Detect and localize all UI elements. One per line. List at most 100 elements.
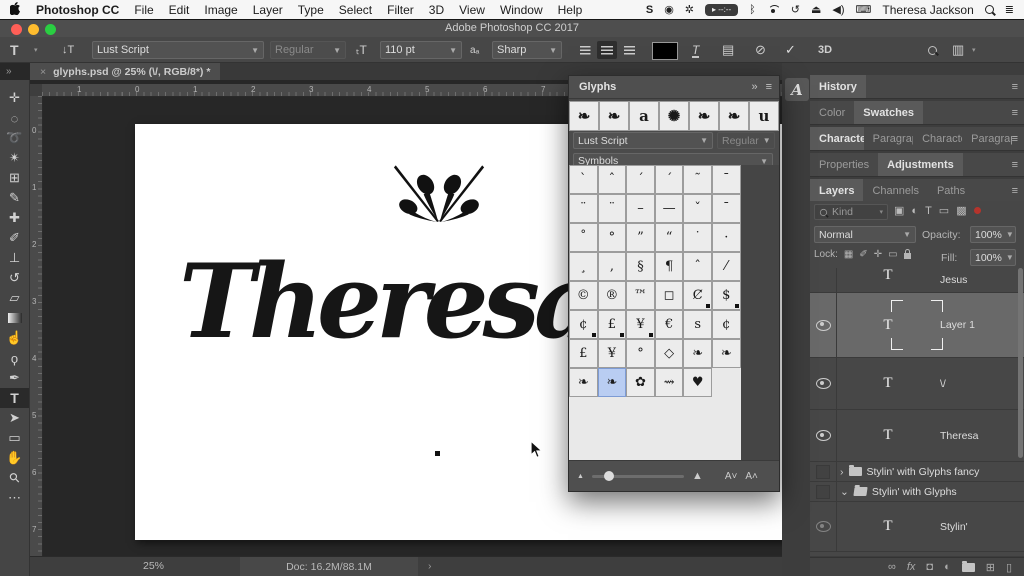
skitch-icon[interactable]: S bbox=[646, 4, 653, 16]
glyph-cell-r5c4[interactable]: s bbox=[683, 310, 712, 339]
menu-item-file[interactable]: File bbox=[134, 3, 153, 17]
healing-brush-tool[interactable]: ✚ bbox=[0, 208, 29, 228]
layer-visibility-cell[interactable] bbox=[810, 462, 837, 481]
menu-item-image[interactable]: Image bbox=[204, 3, 237, 17]
wifi-icon[interactable] bbox=[767, 5, 780, 14]
path-selection-tool[interactable]: ➤ bbox=[0, 408, 29, 428]
glyph-cell-r7c1[interactable]: ❧ bbox=[598, 368, 627, 397]
lock-icon-2[interactable]: ✛ bbox=[874, 249, 882, 260]
layer-style-icon[interactable]: fx bbox=[907, 561, 916, 573]
glyphs-panel-tab[interactable]: Glyphs bbox=[569, 81, 626, 93]
align-right-button[interactable] bbox=[619, 41, 639, 59]
canvas-headline-text[interactable]: Theresa bbox=[179, 242, 594, 362]
glyph-cell-r1c2[interactable]: – bbox=[626, 194, 655, 223]
new-group-icon[interactable] bbox=[962, 563, 975, 572]
text-layer-thumbnail[interactable]: T bbox=[836, 268, 940, 292]
glyph-cell-r3c2[interactable]: § bbox=[626, 252, 655, 281]
menu-item-type[interactable]: Type bbox=[298, 3, 324, 17]
layer-row-layer-1[interactable]: TLayer 1 bbox=[810, 293, 1024, 358]
warp-text-icon[interactable]: T bbox=[692, 43, 699, 58]
zoom-tool[interactable]: ⚲ bbox=[0, 468, 29, 488]
eye-empty-box[interactable] bbox=[816, 465, 830, 479]
glyphs-dock-icon[interactable]: A bbox=[785, 78, 809, 101]
glyph-zoom-slider[interactable] bbox=[592, 475, 684, 478]
panel-menu-icon[interactable]: ≡ bbox=[766, 81, 772, 93]
menu-item-3d[interactable]: 3D bbox=[429, 3, 444, 17]
document-tab[interactable]: × glyphs.psd @ 25% (\/, RGB/8*) * bbox=[30, 63, 220, 80]
recent-glyph-cell-3[interactable]: ✺ bbox=[659, 101, 689, 131]
layers-scrollbar[interactable] bbox=[1018, 268, 1023, 458]
align-left-button[interactable] bbox=[575, 41, 595, 59]
zoom-level-field[interactable]: 25% bbox=[143, 560, 164, 572]
tab-paragrap[interactable]: Paragrap bbox=[962, 127, 1011, 150]
glyph-cell-r0c2[interactable]: ˊ bbox=[626, 165, 655, 194]
glyph-scale-up-icon[interactable]: A˄ bbox=[745, 471, 758, 482]
clone-stamp-tool[interactable]: ⊥ bbox=[0, 248, 29, 268]
menu-item-help[interactable]: Help bbox=[558, 3, 583, 17]
toggle-panels-icon[interactable]: ▤ bbox=[722, 41, 734, 59]
opacity-value-box[interactable]: 100%▼ bbox=[970, 226, 1016, 243]
tab-color[interactable]: Color bbox=[810, 101, 854, 124]
layer-visibility-cell[interactable] bbox=[810, 410, 837, 461]
text-layer-thumbnail[interactable]: T bbox=[836, 358, 940, 409]
glyph-cell-r4c5[interactable]: $ bbox=[712, 281, 741, 310]
rectangle-tool[interactable]: ▭ bbox=[0, 428, 29, 448]
recent-glyph-cell-5[interactable]: ❧ bbox=[719, 101, 749, 131]
menu-item-filter[interactable]: Filter bbox=[387, 3, 414, 17]
group-expanded-arrow-icon[interactable]: ⌄ bbox=[840, 486, 849, 498]
gradient-tool[interactable] bbox=[0, 308, 29, 328]
menu-item-window[interactable]: Window bbox=[500, 3, 543, 17]
menu-item-layer[interactable]: Layer bbox=[253, 3, 283, 17]
recent-glyph-cell-2[interactable]: a bbox=[629, 101, 659, 131]
tab-layers[interactable]: Layers bbox=[810, 179, 863, 202]
glyph-cell-r6c5[interactable]: ❧ bbox=[712, 339, 741, 368]
glyph-cell-r7c3[interactable]: ⇝ bbox=[655, 368, 684, 397]
tab-characte[interactable]: Characte bbox=[913, 127, 962, 150]
fill-value-box[interactable]: 100%▼ bbox=[970, 249, 1016, 266]
glyph-cell-r6c3[interactable]: ◇ bbox=[655, 339, 684, 368]
glyph-cell-r4c1[interactable]: ® bbox=[598, 281, 627, 310]
menu-item-select[interactable]: Select bbox=[339, 3, 372, 17]
panel-menu-icon[interactable]: ≡ bbox=[1012, 127, 1024, 150]
bluetooth-icon[interactable]: ᛒ bbox=[749, 4, 756, 16]
glyph-cell-r1c0[interactable]: ¨ bbox=[569, 194, 598, 223]
glyph-cell-r6c4[interactable]: ❧ bbox=[683, 339, 712, 368]
glyph-cell-r4c4[interactable]: Ȼ bbox=[683, 281, 712, 310]
layer-row-stylin-with-glyphs-fancy[interactable]: ›Stylin' with Glyphs fancy bbox=[810, 462, 1024, 482]
glyph-scale-down-icon[interactable]: A˅ bbox=[725, 471, 738, 482]
anti-alias-select[interactable]: Sharp▼ bbox=[492, 41, 562, 59]
filter-type-icon-3[interactable]: ▭ bbox=[939, 204, 949, 217]
tab-swatches[interactable]: Swatches bbox=[854, 101, 923, 124]
glyph-cell-r5c3[interactable]: € bbox=[655, 310, 684, 339]
filter-type-icon-4[interactable]: ▩ bbox=[956, 204, 966, 217]
glyph-font-style-select[interactable]: Regular▼ bbox=[717, 132, 775, 149]
glyph-cell-r2c5[interactable]: · bbox=[712, 223, 741, 252]
glyph-zoom-in-icon[interactable]: ▲ bbox=[692, 470, 703, 482]
tab-channels[interactable]: Channels bbox=[863, 179, 927, 202]
glyph-cell-r3c3[interactable]: ¶ bbox=[655, 252, 684, 281]
text-color-swatch[interactable] bbox=[652, 42, 678, 60]
document-size-info[interactable]: Doc: 16.2M/88.1M bbox=[240, 557, 418, 576]
glyph-cell-r0c3[interactable]: ˊ bbox=[655, 165, 684, 194]
layer-visibility-cell[interactable] bbox=[810, 268, 837, 292]
menu-item-edit[interactable]: Edit bbox=[169, 3, 190, 17]
adjustment-layer-icon[interactable]: ◐ bbox=[944, 561, 951, 573]
cancel-edit-icon[interactable]: ⊘ bbox=[755, 41, 766, 59]
panel-menu-icon[interactable]: ≡ bbox=[1012, 101, 1024, 124]
move-tool[interactable]: ✛ bbox=[0, 88, 29, 108]
lock-all-icon[interactable] bbox=[904, 253, 911, 259]
current-tool-icon[interactable]: T bbox=[10, 41, 19, 59]
text-orientation-icon[interactable]: ↓T bbox=[62, 41, 74, 59]
lock-icon-3[interactable]: ▭ bbox=[888, 249, 897, 260]
glyph-font-family-select[interactable]: Lust Script▼ bbox=[573, 132, 713, 149]
volume-icon[interactable]: ◀) bbox=[832, 3, 844, 16]
glyph-cell-r5c2[interactable]: ¥ bbox=[626, 310, 655, 339]
new-layer-icon[interactable]: ⊞ bbox=[986, 561, 995, 574]
glyph-cell-r1c1[interactable]: ¨ bbox=[598, 194, 627, 223]
dodge-tool[interactable]: ϙ bbox=[0, 348, 29, 368]
glyph-cell-r5c5[interactable]: ¢ bbox=[712, 310, 741, 339]
panel-menu-icon[interactable]: ≡ bbox=[1012, 75, 1024, 98]
type-tool[interactable]: T bbox=[0, 388, 29, 408]
commit-edit-icon[interactable]: ✓ bbox=[785, 41, 796, 59]
eye-icon[interactable] bbox=[816, 430, 831, 441]
